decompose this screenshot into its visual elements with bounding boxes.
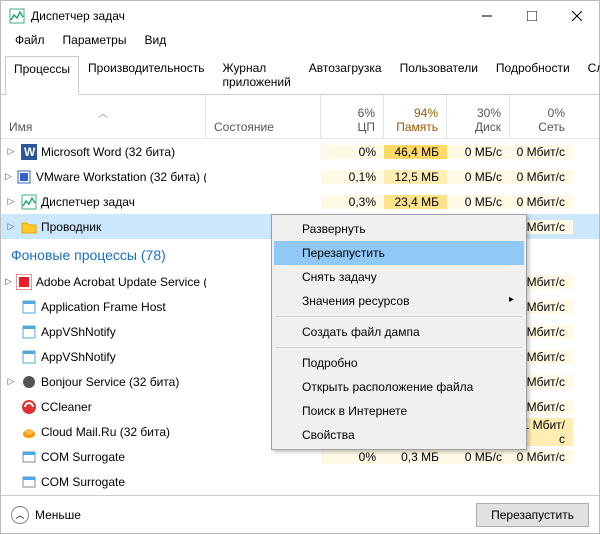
context-menu-item[interactable]: Свойства — [274, 423, 524, 447]
process-name: Проводник — [41, 220, 101, 234]
expand-icon[interactable]: ▷ — [5, 146, 17, 157]
tabs: ПроцессыПроизводительностьЖурнал приложе… — [1, 55, 599, 95]
process-icon — [21, 399, 37, 415]
footer: ︿ Меньше Перезапустить — [1, 495, 599, 533]
svg-text:W: W — [24, 145, 36, 159]
process-name: AppVShNotify — [41, 350, 116, 364]
column-headers: ︿ Имя Состояние 6%ЦП94%Память30%Диск0%Се… — [1, 95, 599, 139]
tab-0[interactable]: Процессы — [5, 56, 79, 95]
restart-button[interactable]: Перезапустить — [476, 503, 589, 527]
context-menu-item[interactable]: Значения ресурсов▸ — [274, 289, 524, 313]
process-icon — [21, 299, 37, 315]
close-button[interactable] — [554, 1, 599, 31]
cpu-cell: 0% — [321, 145, 384, 159]
context-menu-item[interactable]: Развернуть — [274, 217, 524, 241]
menu-params[interactable]: Параметры — [55, 31, 135, 51]
process-name: Application Frame Host — [41, 300, 166, 314]
col-metric-0[interactable]: 6%ЦП — [321, 95, 384, 138]
process-name: AppVShNotify — [41, 325, 116, 339]
net-cell: 0 Мбит/с — [510, 170, 573, 184]
mem-cell: 46,4 МБ — [384, 145, 447, 159]
process-name: Microsoft Word (32 бита) — [41, 145, 175, 159]
process-name: Adobe Acrobat Update Service (… — [36, 275, 206, 289]
mem-cell: 12,5 МБ — [384, 170, 447, 184]
titlebar: Диспетчер задач — [1, 1, 599, 31]
process-icon — [16, 274, 32, 290]
menu-view[interactable]: Вид — [136, 31, 174, 51]
process-row[interactable]: ▷ W Microsoft Word (32 бита) 0% 46,4 МБ … — [1, 139, 599, 164]
expand-icon[interactable]: ▷ — [5, 196, 17, 207]
process-name: Диспетчер задач — [41, 195, 135, 209]
expand-icon[interactable]: ▷ — [5, 171, 12, 182]
col-metric-3[interactable]: 0%Сеть — [510, 95, 573, 138]
process-icon — [21, 449, 37, 465]
process-name: Bonjour Service (32 бита) — [41, 375, 179, 389]
cpu-cell: 0% — [321, 450, 384, 464]
taskmgr-icon — [9, 8, 25, 24]
disk-cell: 0 МБ/с — [447, 195, 510, 209]
process-name: CCleaner — [41, 400, 92, 414]
process-icon: W — [21, 144, 37, 160]
context-menu-item[interactable]: Создать файл дампа — [274, 320, 524, 344]
disk-cell: 0 МБ/с — [447, 145, 510, 159]
submenu-arrow-icon: ▸ — [509, 294, 514, 305]
mem-cell: 0,3 МБ — [384, 450, 447, 464]
cpu-cell: 0,3% — [321, 195, 384, 209]
chevron-up-icon: ︿ — [11, 506, 29, 524]
expand-icon[interactable]: ▷ — [5, 221, 17, 232]
expand-icon[interactable]: ▷ — [5, 376, 17, 387]
context-menu: РазвернутьПерезапуститьСнять задачуЗначе… — [271, 214, 527, 450]
tab-2[interactable]: Журнал приложений — [214, 55, 300, 94]
process-icon — [21, 474, 37, 490]
process-row[interactable]: ▷ Диспетчер задач 0,3% 23,4 МБ 0 МБ/с 0 … — [1, 189, 599, 214]
tab-4[interactable]: Пользователи — [391, 55, 487, 94]
col-metric-1[interactable]: 94%Память — [384, 95, 447, 138]
expand-icon[interactable]: ▷ — [5, 276, 12, 287]
context-menu-item[interactable]: Перезапустить — [274, 241, 524, 265]
context-menu-item[interactable]: Поиск в Интернете — [274, 399, 524, 423]
process-row[interactable]: ▷ VMware Workstation (32 бита) (3) 0,1% … — [1, 164, 599, 189]
tab-1[interactable]: Производительность — [79, 55, 213, 94]
col-status[interactable]: Состояние — [206, 95, 321, 138]
disk-cell: 0 МБ/с — [447, 450, 510, 464]
context-menu-item[interactable]: Подробно — [274, 351, 524, 375]
disk-cell: 0 МБ/с — [447, 170, 510, 184]
cpu-cell: 0,1% — [321, 170, 384, 184]
process-icon — [21, 194, 37, 210]
menu-separator — [276, 347, 522, 348]
net-cell: 0 Мбит/с — [510, 450, 573, 464]
col-name[interactable]: ︿ Имя — [1, 95, 206, 138]
minimize-button[interactable] — [464, 1, 509, 31]
process-name: VMware Workstation (32 бита) (3) — [36, 170, 206, 184]
col-metric-2[interactable]: 30%Диск — [447, 95, 510, 138]
process-row[interactable]: COM Surrogate — [1, 469, 599, 494]
maximize-button[interactable] — [509, 1, 554, 31]
context-menu-item[interactable]: Открыть расположение файла — [274, 375, 524, 399]
process-icon — [21, 219, 37, 235]
process-name: Cloud Mail.Ru (32 бита) — [41, 425, 170, 439]
sort-arrow-icon: ︿ — [9, 105, 197, 120]
net-cell: 0 Мбит/с — [510, 145, 573, 159]
tab-3[interactable]: Автозагрузка — [300, 55, 391, 94]
menu-separator — [276, 316, 522, 317]
net-cell: 0 Мбит/с — [510, 195, 573, 209]
tab-6[interactable]: Службы — [579, 55, 600, 94]
context-menu-item[interactable]: Снять задачу — [274, 265, 524, 289]
menu-file[interactable]: Файл — [7, 31, 53, 51]
process-name: COM Surrogate — [41, 450, 125, 464]
process-icon — [16, 169, 32, 185]
menubar: Файл Параметры Вид — [1, 31, 599, 51]
process-icon — [21, 324, 37, 340]
process-name: COM Surrogate — [41, 475, 125, 489]
tab-5[interactable]: Подробности — [487, 55, 579, 94]
mem-cell: 23,4 МБ — [384, 195, 447, 209]
process-icon — [21, 349, 37, 365]
fewer-details[interactable]: ︿ Меньше — [11, 506, 468, 524]
window-title: Диспетчер задач — [31, 9, 464, 23]
process-icon — [21, 374, 37, 390]
process-icon — [21, 424, 37, 440]
